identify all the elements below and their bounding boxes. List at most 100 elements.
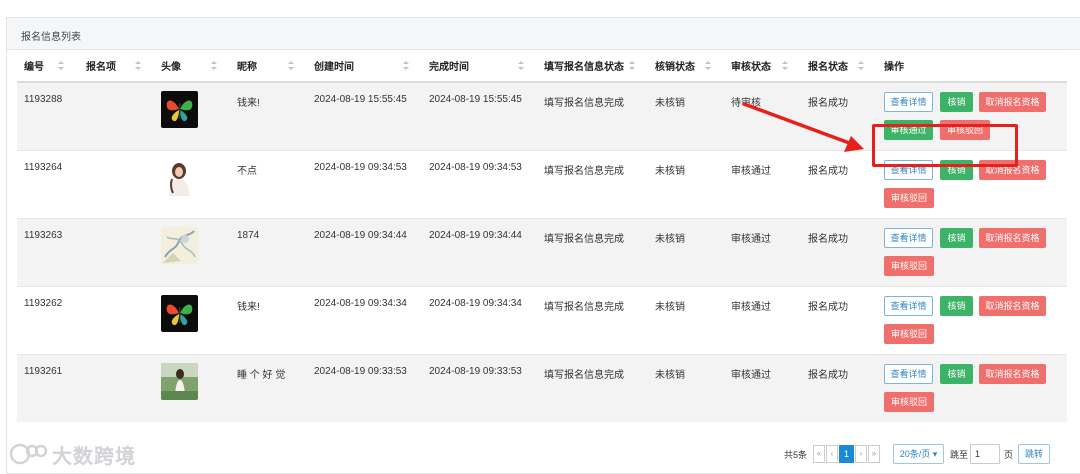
verify-button[interactable]: 核销 [940,227,973,248]
table-row: 1193263 1874 2024-08-19 09:34:44 2024-08… [17,217,1067,286]
sort-icon[interactable] [858,61,864,70]
cancel-signup-button[interactable]: 取消报名资格 [979,227,1046,248]
verify-button[interactable]: 核销 [940,159,973,180]
nickname-link[interactable]: 钱来! [237,302,260,313]
watermark-text: 大数跨境 [52,445,136,468]
cell-item [79,217,154,286]
avatar [161,90,198,128]
cancel-signup-button[interactable]: 取消报名资格 [979,91,1046,112]
cell-signup-status: 报名成功 [801,149,877,218]
last-page-button[interactable]: » [868,445,881,463]
pagination: 共5条 « ‹ 1 › » 20条/页 ▾ 跳至 1 页 跳转 [784,444,1051,464]
view-detail-button[interactable]: 查看详情 [884,295,933,316]
cell-id: 1193262 [17,285,79,354]
col-header-audit-status[interactable]: 审核状态 [724,49,801,83]
cell-avatar [154,81,230,150]
cell-verify-status: 未核销 [648,285,724,354]
page-1-button[interactable]: 1 [839,445,855,463]
table-row: 1193288 钱来! 2024-08-19 15:55:45 2024-08-… [17,81,1067,150]
first-page-button[interactable]: « [813,445,826,463]
reject-audit-button[interactable]: 审核驳回 [940,119,990,140]
sort-icon[interactable] [629,61,635,70]
cell-fill-status: 填写报名信息完成 [537,353,648,422]
page-unit-label: 页 [1004,449,1014,460]
cell-verify-status: 未核销 [648,149,724,218]
cell-finished: 2024-08-19 15:55:45 [422,81,537,150]
page-size-select[interactable]: 20条/页 ▾ [893,444,945,464]
col-header-nickname[interactable]: 昵称 [230,49,307,83]
table-header: 编号 报名项 头像 昵称 创建时间 完成时间 填写报名信息状态 核销状态 审核状… [17,49,1067,83]
verify-button[interactable]: 核销 [940,91,973,112]
col-header-actions: 操作 [877,49,1067,83]
cell-created: 2024-08-19 09:33:53 [307,353,422,422]
cell-verify-status: 未核销 [648,353,724,422]
cell-audit-status: 审核通过 [724,285,801,354]
cell-actions: 查看详情 核销 取消报名资格 审核驳回 [877,353,1067,422]
cell-fill-status: 填写报名信息完成 [537,81,648,150]
signup-table: 编号 报名项 头像 昵称 创建时间 完成时间 填写报名信息状态 核销状态 审核状… [17,49,1067,422]
next-page-button[interactable]: › [855,445,868,463]
cell-finished: 2024-08-19 09:34:44 [422,217,537,286]
cell-id: 1193264 [17,149,79,218]
sort-icon[interactable] [288,61,294,70]
approve-audit-button[interactable]: 审核通过 [884,119,933,140]
col-header-id[interactable]: 编号 [17,49,79,83]
cancel-signup-button[interactable]: 取消报名资格 [979,363,1046,384]
col-header-verify-status[interactable]: 核销状态 [648,49,724,83]
sort-icon[interactable] [518,61,524,70]
nickname-link[interactable]: 睡 个 好 觉 [237,370,285,381]
avatar [161,294,198,332]
cell-audit-status: 待审核 [724,81,801,150]
view-detail-button[interactable]: 查看详情 [884,363,933,384]
view-detail-button[interactable]: 查看详情 [884,159,933,180]
cell-signup-status: 报名成功 [801,285,877,354]
cancel-signup-button[interactable]: 取消报名资格 [979,295,1046,316]
cancel-signup-button[interactable]: 取消报名资格 [979,159,1046,180]
col-header-created[interactable]: 创建时间 [307,49,422,83]
cell-audit-status: 审核通过 [724,217,801,286]
table-row: 1193264 不点 2024-08-19 09:34:53 2024-08-1… [17,149,1067,218]
sort-icon[interactable] [211,61,217,70]
cell-actions: 查看详情 核销 取消报名资格 审核通过 审核驳回 [877,81,1067,150]
cell-avatar [154,285,230,354]
nickname-link[interactable]: 不点 [237,166,257,177]
col-header-signup-status[interactable]: 报名状态 [801,49,877,83]
jump-page-input[interactable]: 1 [970,444,1001,464]
reject-audit-button[interactable]: 审核驳回 [884,391,934,412]
jump-button[interactable]: 跳转 [1018,444,1051,464]
panel-title: 报名信息列表 [7,18,1080,50]
col-header-item[interactable]: 报名项 [79,49,154,83]
cell-signup-status: 报名成功 [801,81,877,150]
reject-audit-button[interactable]: 审核驳回 [884,323,934,344]
cell-finished: 2024-08-19 09:33:53 [422,353,537,422]
verify-button[interactable]: 核销 [940,295,973,316]
cell-verify-status: 未核销 [648,81,724,150]
view-detail-button[interactable]: 查看详情 [884,227,933,248]
avatar [161,158,198,196]
reject-audit-button[interactable]: 审核驳回 [884,255,934,276]
sort-icon[interactable] [403,61,409,70]
cell-nickname: 钱来! [230,81,307,150]
sort-icon[interactable] [58,61,64,70]
cell-audit-status: 审核通过 [724,353,801,422]
nickname-link[interactable]: 钱来! [237,98,260,109]
view-detail-button[interactable]: 查看详情 [884,91,933,112]
table-row: 1193262 钱来! 2024-08-19 09:34:34 2024-08-… [17,285,1067,354]
cell-finished: 2024-08-19 09:34:34 [422,285,537,354]
verify-button[interactable]: 核销 [940,363,973,384]
cell-nickname: 钱来! [230,285,307,354]
reject-audit-button[interactable]: 审核驳回 [884,187,934,208]
cell-signup-status: 报名成功 [801,353,877,422]
cell-avatar [154,353,230,422]
sort-icon[interactable] [705,61,711,70]
nickname-link[interactable]: 1874 [237,230,259,241]
cell-item [79,81,154,150]
sort-icon[interactable] [782,61,788,70]
sort-icon[interactable] [135,61,141,70]
cell-created: 2024-08-19 09:34:44 [307,217,422,286]
cell-nickname: 不点 [230,149,307,218]
col-header-avatar[interactable]: 头像 [154,49,230,83]
prev-page-button[interactable]: ‹ [826,445,839,463]
col-header-finished[interactable]: 完成时间 [422,49,537,83]
col-header-fill-status[interactable]: 填写报名信息状态 [537,49,648,83]
